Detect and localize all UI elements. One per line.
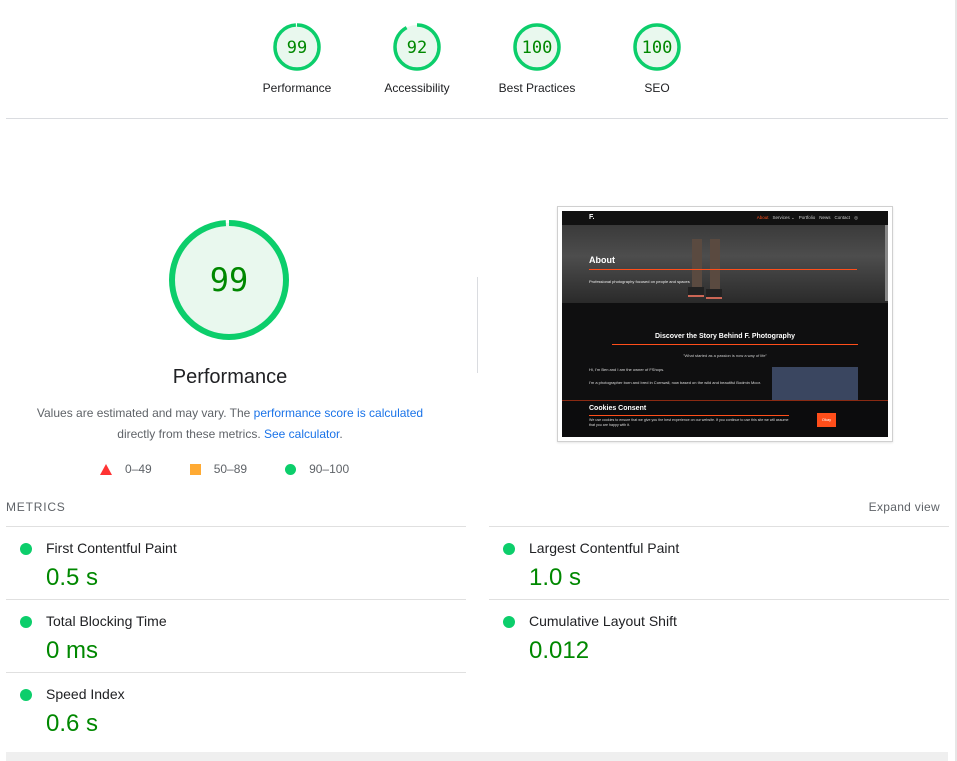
thumb-hero-title: About — [589, 255, 615, 265]
performance-score-large: 99 — [210, 261, 249, 299]
gauge-performance-label: Performance — [262, 81, 332, 95]
gauge-accessibility-label: Accessibility — [384, 81, 450, 95]
metric-title: Speed Index — [46, 686, 125, 702]
thumb-paragraph-1: Hi, I'm Ben and I am the owner of FShops… — [589, 367, 665, 372]
metric-title: Largest Contentful Paint — [529, 540, 680, 556]
performance-gauge-large: 99 — [168, 219, 290, 346]
metric-value: 0.012 — [529, 637, 590, 664]
metric-value: 0.5 s — [46, 564, 99, 591]
gauge-seo[interactable]: 100 SEO — [597, 22, 717, 95]
performance-title: Performance — [172, 366, 288, 388]
legend-average-label: 50–89 — [213, 462, 248, 476]
metrics-heading: METRICS — [6, 500, 66, 514]
thumb-hero-subtitle: Professional photography focused on peop… — [589, 279, 690, 284]
score-legend: 0–49 50–89 90–100 — [100, 462, 387, 476]
gauge-seo-score: 100 — [642, 38, 673, 58]
gauge-best-practices-label: Best Practices — [498, 81, 576, 95]
pass-circle-icon — [20, 543, 32, 555]
metric-cumulative-layout-shift: Cumulative Layout Shift 0.012 — [489, 599, 949, 672]
thumb-navbar: F. About Services ⌄ Portfolio News Conta… — [562, 211, 888, 225]
thumb-shoe — [706, 289, 722, 299]
metric-title: Cumulative Layout Shift — [529, 613, 677, 629]
thumb-cookie-okay-button: Okay — [817, 413, 836, 427]
bottom-section-edge — [6, 752, 948, 761]
score-gauges: 99 Performance 92 Accessibility 100 Best… — [237, 22, 717, 95]
expand-view-toggle[interactable]: Expand view — [869, 500, 940, 514]
legend-fail: 0–49 — [100, 462, 152, 476]
thumb-hero-image: About Professional photography focused o… — [562, 225, 888, 303]
thumb-shoe — [688, 287, 704, 297]
thumb-cookie-text: We use cookies to ensure that we give yo… — [589, 418, 789, 427]
legend-pass-label: 90–100 — [309, 462, 350, 476]
gauge-best-practices-ring: 100 — [513, 23, 561, 71]
square-icon — [189, 463, 201, 475]
metric-largest-contentful-paint: Largest Contentful Paint 1.0 s — [489, 526, 949, 599]
thumb-nav-about: About — [756, 215, 769, 220]
thumb-story-title: Discover the Story Behind F. Photography — [654, 333, 796, 340]
performance-score-link[interactable]: performance score is calculated — [254, 406, 423, 420]
performance-description: Values are estimated and may vary. The p… — [20, 403, 440, 445]
metric-value: 0.6 s — [46, 710, 99, 737]
thumb-nav-contact: Contact — [834, 215, 851, 220]
gauge-performance-ring: 99 — [273, 23, 321, 71]
pass-circle-icon — [20, 689, 32, 701]
gauge-best-practices[interactable]: 100 Best Practices — [477, 22, 597, 95]
thumb-story-underline — [612, 344, 858, 345]
performance-gauge-ring: 99 — [169, 220, 289, 340]
gauge-seo-label: SEO — [644, 81, 670, 95]
header-divider — [6, 118, 948, 119]
gauge-seo-ring: 100 — [633, 23, 681, 71]
thumb-nav-links: About Services ⌄ Portfolio News Contact … — [753, 215, 858, 221]
metric-value: 1.0 s — [529, 564, 582, 591]
metric-title: Total Blocking Time — [46, 613, 167, 629]
gauge-best-practices-score: 100 — [522, 38, 553, 58]
desc-text-3: . — [339, 427, 343, 441]
thumb-nav-news: News — [819, 215, 831, 220]
thumb-hero-underline — [589, 269, 857, 270]
thumb-quote: "What started as a passion is now a way … — [683, 353, 767, 358]
metric-first-contentful-paint: First Contentful Paint 0.5 s — [6, 526, 466, 599]
desc-text-1: Values are estimated and may vary. The — [36, 406, 254, 420]
gauge-performance[interactable]: 99 Performance — [237, 22, 357, 95]
thumb-nav-services: Services ⌄ — [772, 215, 795, 220]
thumb-cookie-banner: Cookies Consent We use cookies to ensure… — [562, 400, 888, 437]
vertical-divider — [477, 277, 478, 373]
triangle-icon — [100, 463, 112, 475]
pass-circle-icon — [503, 616, 515, 628]
thumb-cookie-underline — [589, 415, 789, 416]
screenshot-content: About Professional photography focused o… — [562, 211, 888, 437]
thumb-cookie-title: Cookies Consent — [589, 405, 647, 412]
legend-average: 50–89 — [189, 462, 248, 476]
circle-icon — [285, 463, 297, 475]
pass-circle-icon — [20, 616, 32, 628]
gauge-performance-score: 99 — [287, 38, 307, 58]
metric-title: First Contentful Paint — [46, 540, 177, 556]
gauge-accessibility-ring: 92 — [393, 23, 441, 71]
desc-text-2: directly from these metrics. — [117, 427, 264, 441]
legend-pass: 90–100 — [285, 462, 349, 476]
metric-total-blocking-time: Total Blocking Time 0 ms — [6, 599, 466, 672]
thumb-nav-portfolio: Portfolio — [798, 215, 816, 220]
thumb-figure-leg — [710, 239, 720, 291]
metric-speed-index: Speed Index 0.6 s — [6, 672, 466, 745]
see-calculator-link[interactable]: See calculator — [264, 427, 339, 441]
thumb-figure-leg — [692, 239, 702, 291]
thumb-photo — [772, 367, 858, 403]
gauge-accessibility-score: 92 — [407, 38, 427, 58]
thumb-nav-user-icon: ◎ — [854, 215, 858, 220]
thumb-paragraph-2: I'm a photographer born and bred in Corn… — [589, 380, 761, 385]
metric-value: 0 ms — [46, 637, 99, 664]
pass-circle-icon — [503, 543, 515, 555]
thumb-logo: F. — [589, 214, 595, 221]
thumb-scrollbar — [885, 225, 888, 301]
legend-fail-label: 0–49 — [125, 462, 152, 476]
gauge-accessibility[interactable]: 92 Accessibility — [357, 22, 477, 95]
page-screenshot-thumbnail[interactable]: About Professional photography focused o… — [557, 206, 893, 442]
